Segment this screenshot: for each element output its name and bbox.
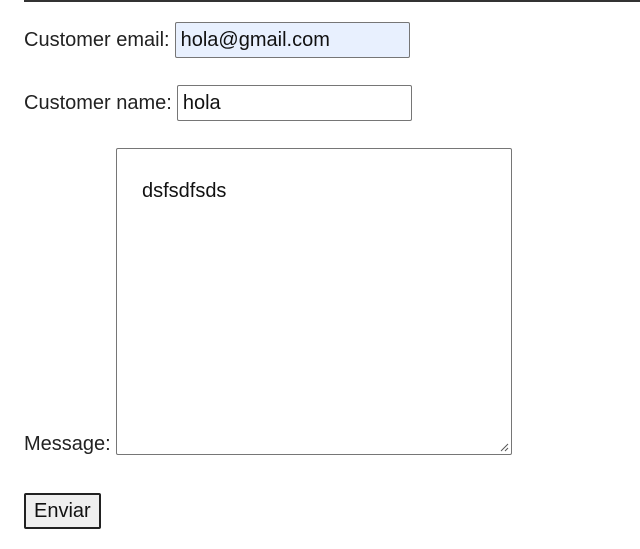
- message-label: Message:: [24, 433, 111, 455]
- resize-grip-icon[interactable]: [499, 442, 509, 452]
- top-divider: [24, 0, 640, 2]
- message-textarea[interactable]: dsfsdfsds: [115, 148, 512, 455]
- message-row: Message: dsfsdfsds: [24, 148, 512, 455]
- message-text: dsfsdfsds: [141, 180, 227, 202]
- submit-button[interactable]: Enviar: [24, 493, 101, 529]
- email-label: Customer email:: [24, 28, 170, 51]
- name-field[interactable]: [176, 85, 412, 121]
- name-label: Customer name:: [24, 91, 172, 114]
- name-row: Customer name:: [24, 85, 412, 121]
- email-field[interactable]: [174, 22, 410, 58]
- email-row: Customer email:: [24, 22, 410, 58]
